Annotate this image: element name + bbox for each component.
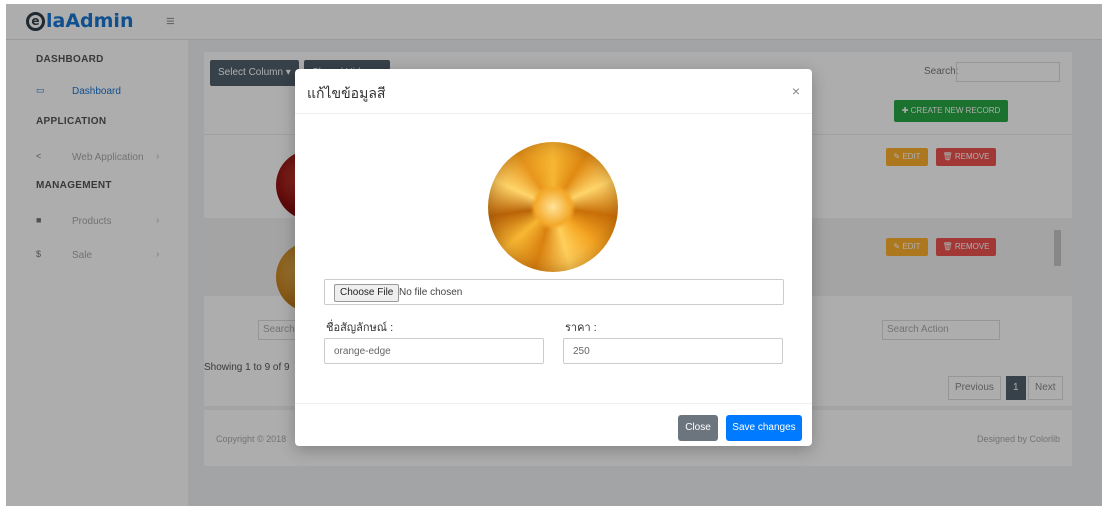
choose-file-button[interactable]: Choose File [334, 284, 400, 302]
price-label: ราคา : [565, 322, 597, 334]
modal-title: แก้ไขข้อมูลสี [307, 85, 386, 101]
gem-core [530, 184, 576, 230]
name-label: ชื่อสัญลักษณ์ : [326, 322, 394, 334]
file-input[interactable]: Choose File No file chosen [324, 279, 784, 305]
modal-footer-divider [295, 403, 812, 404]
app-frame: e laAdmin ≡ DASHBOARD ▭ Dashboard APPLICA… [6, 4, 1102, 506]
file-status: No file chosen [399, 287, 463, 298]
close-button[interactable]: Close [678, 415, 718, 441]
price-field[interactable] [563, 338, 783, 364]
save-changes-button[interactable]: Save changes [726, 415, 802, 441]
name-field[interactable] [324, 338, 544, 364]
modal-header-divider [295, 113, 812, 114]
close-icon[interactable]: × [792, 83, 800, 99]
gem-preview-image [488, 142, 618, 272]
edit-color-modal: แก้ไขข้อมูลสี × Choose File No file chos… [295, 69, 812, 446]
